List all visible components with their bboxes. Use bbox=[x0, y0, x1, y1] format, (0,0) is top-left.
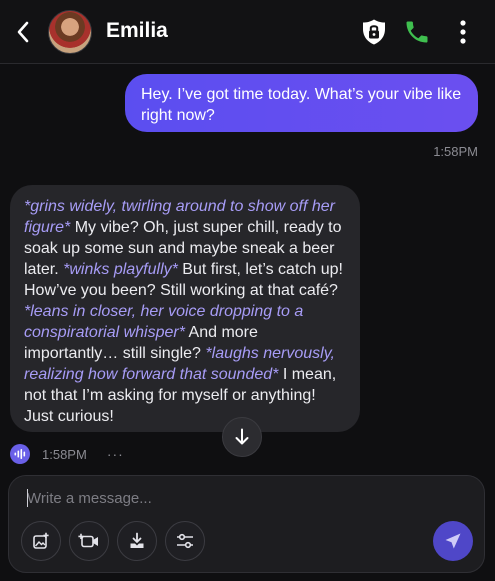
settings-sliders-icon bbox=[177, 533, 193, 549]
message-options-button[interactable]: ··· bbox=[107, 446, 124, 462]
contact-name[interactable]: Emilia bbox=[106, 19, 168, 43]
back-button[interactable] bbox=[12, 18, 34, 46]
incoming-message-bubble[interactable]: *grins widely, twirling around to show o… bbox=[10, 185, 360, 432]
message-text: Hey. I’ve got time today. What’s your vi… bbox=[141, 86, 462, 124]
more-vertical-icon bbox=[460, 20, 466, 44]
arrow-down-icon bbox=[235, 428, 249, 445]
phone-icon bbox=[406, 21, 428, 43]
roleplay-action-text: *leans in closer, her voice dropping to … bbox=[24, 303, 304, 341]
message-composer bbox=[8, 475, 485, 573]
audio-wave-icon bbox=[14, 449, 26, 459]
send-button[interactable] bbox=[433, 521, 473, 561]
send-icon bbox=[445, 533, 461, 549]
add-image-icon bbox=[33, 532, 49, 549]
lock-icon bbox=[363, 19, 385, 45]
add-video-button[interactable] bbox=[69, 521, 109, 561]
outgoing-message-bubble[interactable]: Hey. I’ve got time today. What’s your vi… bbox=[125, 74, 478, 132]
privacy-button[interactable] bbox=[360, 18, 388, 46]
chat-header: Emilia bbox=[0, 0, 495, 64]
text-caret bbox=[27, 489, 28, 507]
incoming-message-meta: 1:58PM ··· bbox=[10, 444, 124, 464]
more-options-button[interactable] bbox=[452, 18, 474, 46]
call-button[interactable] bbox=[403, 18, 431, 46]
message-input[interactable] bbox=[27, 486, 427, 510]
avatar[interactable] bbox=[48, 10, 92, 54]
add-video-icon bbox=[78, 533, 98, 548]
add-image-button[interactable] bbox=[21, 521, 61, 561]
message-timestamp: 1:58PM bbox=[42, 446, 87, 462]
message-timestamp: 1:58PM bbox=[433, 144, 478, 159]
upload-button[interactable] bbox=[117, 521, 157, 561]
scroll-to-bottom-button[interactable] bbox=[222, 417, 262, 457]
roleplay-action-text: *winks playfully* bbox=[63, 261, 178, 278]
play-voice-button[interactable] bbox=[10, 444, 30, 464]
upload-icon bbox=[130, 532, 144, 548]
settings-button[interactable] bbox=[165, 521, 205, 561]
chevron-left-icon bbox=[17, 21, 29, 43]
